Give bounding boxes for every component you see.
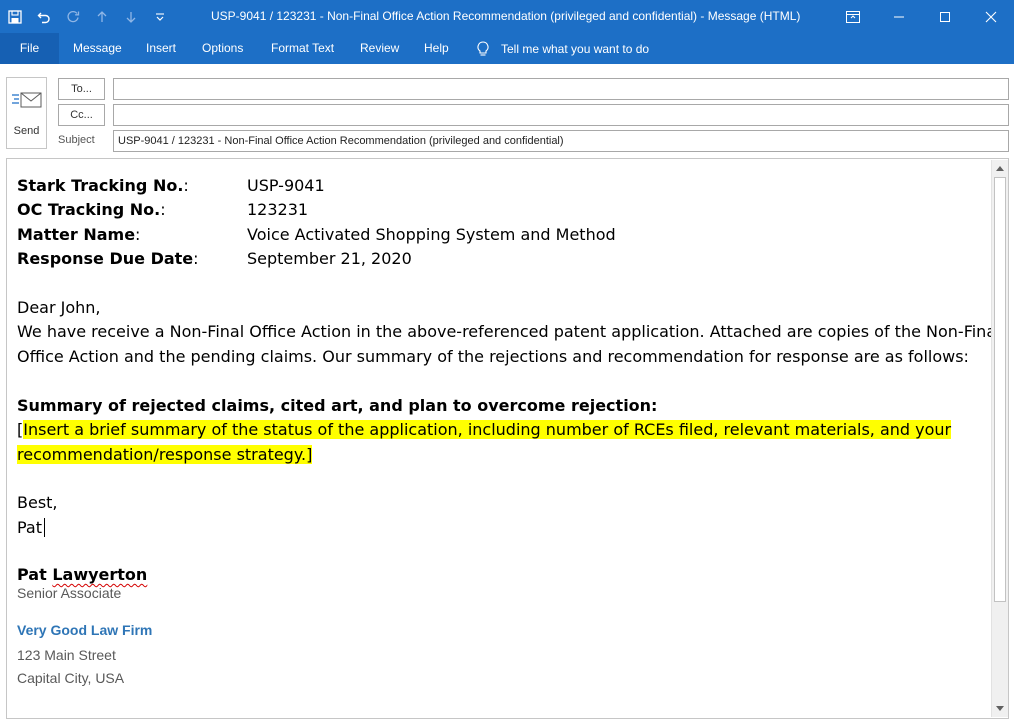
scrollbar-thumb[interactable]: [994, 177, 1006, 602]
send-button[interactable]: Send: [6, 77, 47, 149]
title-bar: USP-9041 / 123231 - Non-Final Office Act…: [0, 0, 1014, 33]
tab-insert[interactable]: Insert: [146, 33, 176, 64]
ribbon-tabs: File Message Insert Options Format Text …: [0, 33, 1014, 64]
to-field[interactable]: [113, 78, 1009, 100]
paragraph-line: Office Action and the pending claims. Ou…: [17, 347, 969, 366]
tab-message[interactable]: Message: [73, 33, 122, 64]
greeting: Dear John,: [17, 298, 101, 317]
field-value: Voice Activated Shopping System and Meth…: [247, 225, 616, 244]
tab-format-text[interactable]: Format Text: [271, 33, 334, 64]
tab-help[interactable]: Help: [424, 33, 449, 64]
subject-label: Subject: [58, 134, 95, 146]
summary-heading: Summary of rejected claims, cited art, a…: [17, 396, 658, 415]
cc-button[interactable]: Cc...: [58, 104, 105, 126]
tab-options[interactable]: Options: [202, 33, 243, 64]
field-key: OC Tracking No.:: [17, 200, 166, 219]
text-cursor: [44, 518, 46, 537]
signature-name: Pat Lawyerton: [17, 565, 148, 584]
cc-field[interactable]: [113, 104, 1009, 126]
customize-icon[interactable]: [145, 0, 174, 33]
closing: Best,: [17, 493, 58, 512]
close-icon[interactable]: [968, 0, 1014, 33]
quick-access-toolbar: [0, 0, 174, 33]
minimize-icon[interactable]: [876, 0, 922, 33]
maximize-icon[interactable]: [922, 0, 968, 33]
signature-firm: Very Good Law Firm: [17, 622, 153, 638]
save-icon[interactable]: [0, 0, 29, 33]
vertical-scrollbar[interactable]: [991, 160, 1008, 717]
tab-file[interactable]: File: [0, 33, 59, 64]
redo-icon[interactable]: [58, 0, 87, 33]
scroll-down-arrow-icon[interactable]: [992, 701, 1008, 717]
field-key: Stark Tracking No.:: [17, 176, 189, 195]
send-label: Send: [13, 125, 40, 137]
arrow-up-icon[interactable]: [87, 0, 116, 33]
tell-me-label: Tell me what you want to do: [501, 41, 650, 56]
placeholder-line: recommendation/response strategy.]: [17, 445, 313, 464]
undo-icon[interactable]: [29, 0, 58, 33]
field-key: Response Due Date:: [17, 249, 199, 268]
tab-review[interactable]: Review: [360, 33, 399, 64]
field-value: USP-9041: [247, 176, 325, 195]
paragraph-line: We have receive a Non-Final Office Actio…: [17, 322, 1001, 341]
field-key: Matter Name:: [17, 225, 141, 244]
sender-short: Pat: [17, 517, 46, 539]
window-title: USP-9041 / 123231 - Non-Final Office Act…: [211, 9, 801, 23]
window-controls: [830, 0, 1014, 33]
placeholder-line: [Insert a brief summary of the status of…: [17, 420, 952, 439]
to-button[interactable]: To...: [58, 78, 105, 100]
arrow-down-icon[interactable]: [116, 0, 145, 33]
lightbulb-icon: [477, 40, 489, 56]
scroll-up-arrow-icon[interactable]: [992, 160, 1008, 176]
tell-me-search[interactable]: Tell me what you want to do: [477, 33, 649, 64]
field-value: September 21, 2020: [247, 249, 412, 268]
signature-address-line2: Capital City, USA: [17, 670, 125, 686]
signature-title: Senior Associate: [17, 585, 122, 601]
signature-address-line1: 123 Main Street: [17, 647, 116, 663]
ribbon-display-icon[interactable]: [830, 0, 876, 33]
subject-field[interactable]: USP-9041 / 123231 - Non-Final Office Act…: [113, 130, 1009, 152]
field-value: 123231: [247, 200, 309, 219]
send-icon: [12, 92, 42, 108]
